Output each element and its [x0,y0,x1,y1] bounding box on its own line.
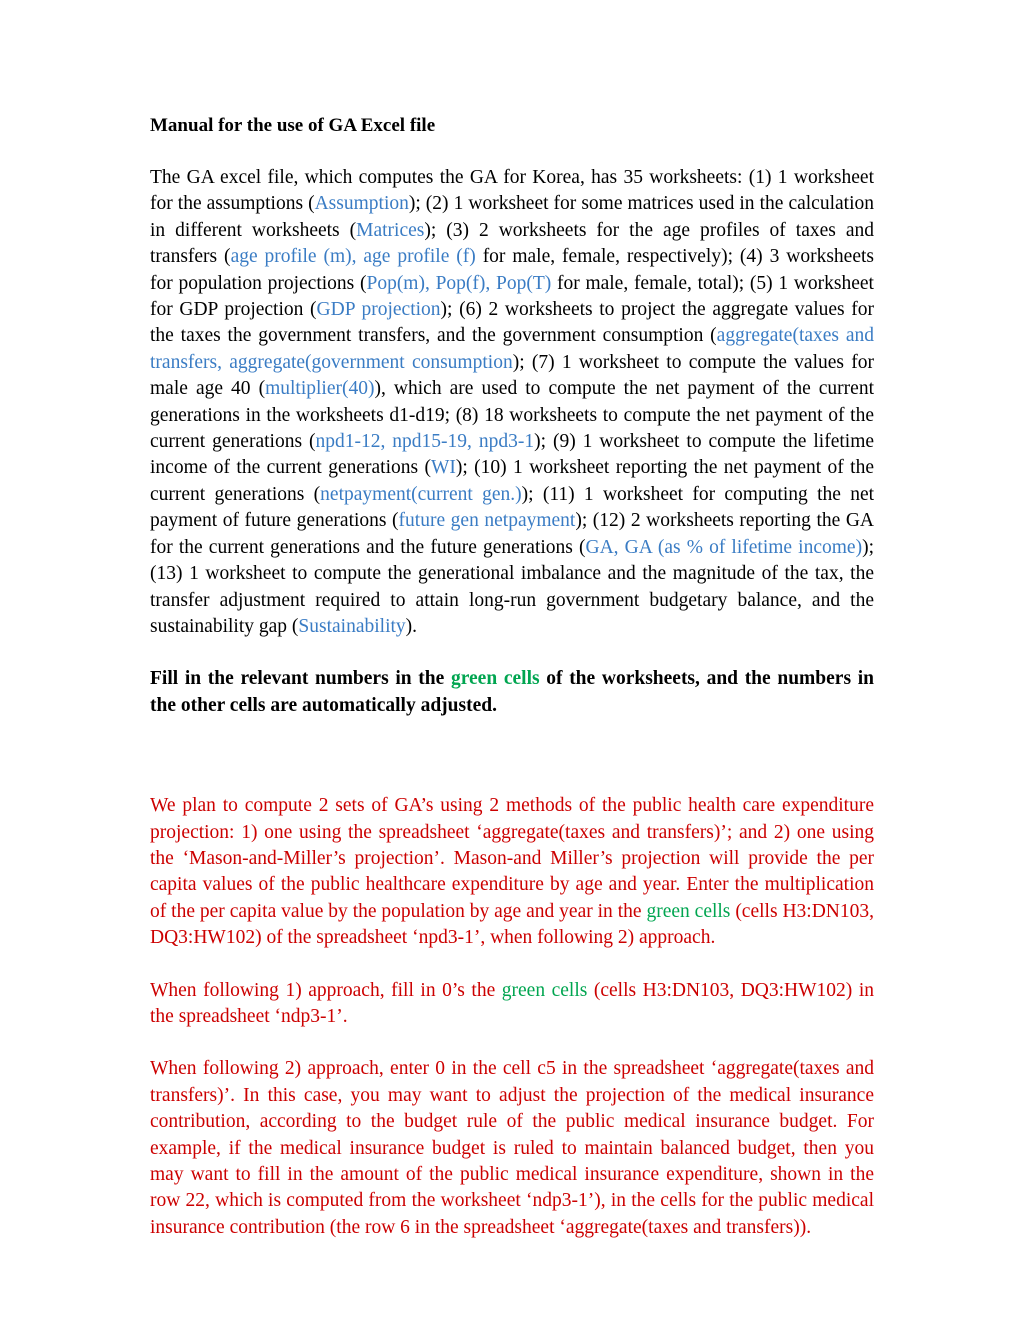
intro-text-14: ). [405,615,418,637]
note3-text-1: When following 2) approach, enter 0 in t… [150,1058,874,1238]
document-page: Manual for the use of GA Excel file The … [0,0,1020,1320]
worksheet-name-netpayment-current: netpayment(current gen.) [320,483,522,505]
document-content: Manual for the use of GA Excel file The … [150,113,874,1241]
note-paragraph-2: When following 1) approach, fill in 0’s … [150,978,874,1031]
note2-text-1: When following 1) approach, fill in 0’s … [150,979,502,1001]
fill-in-paragraph: Fill in the relevant numbers in the gree… [150,666,874,719]
green-cells-emphasis-1: green cells [450,668,540,690]
intro-paragraph: The GA excel file, which computes the GA… [150,165,874,640]
worksheet-name-assumption: Assumption [314,193,409,215]
worksheet-name-pop: Pop(m), Pop(f), Pop(T) [366,272,552,294]
worksheet-name-matrices: Matrices [356,219,425,241]
worksheet-name-wi: WI [430,457,456,479]
note-paragraph-1: We plan to compute 2 sets of GA’s using … [150,793,874,951]
page-title: Manual for the use of GA Excel file [150,115,436,136]
green-cells-emphasis-3: green cells [501,979,588,1001]
worksheet-name-ga: GA, GA (as % of lifetime income) [585,536,863,558]
worksheet-name-gdp-projection: GDP projection [316,299,441,321]
worksheet-name-multiplier: multiplier(40) [265,378,375,400]
green-cells-emphasis-2: green cells [646,900,731,922]
note-paragraph-3: When following 2) approach, enter 0 in t… [150,1056,874,1241]
worksheet-name-sustainability: Sustainability [298,615,406,637]
worksheet-name-npd: npd1-12, npd15-19, npd3-1 [315,431,535,453]
worksheet-name-age-profile: age profile (m), age profile (f) [230,246,476,268]
fill-in-text-1: Fill in the relevant numbers in the [150,668,451,690]
worksheet-name-future-gen-netpayment: future gen netpayment [398,510,576,532]
